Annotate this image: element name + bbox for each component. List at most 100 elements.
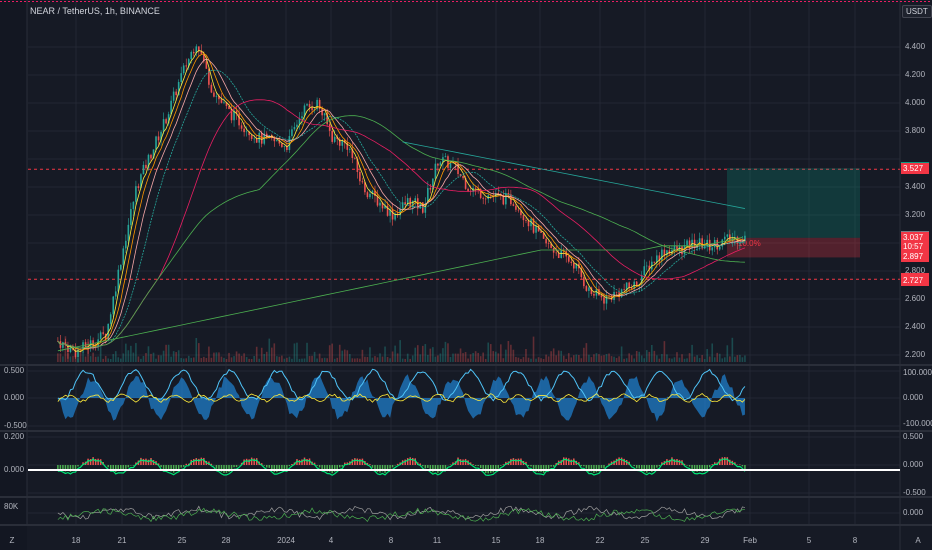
currency-button[interactable]: USDT (902, 5, 932, 18)
candle (439, 162, 442, 166)
volume-bar (354, 358, 356, 362)
candle (281, 143, 283, 147)
pane2-right-label: 0.000 (903, 460, 924, 469)
volume-bar (265, 351, 268, 362)
volume-bar (464, 352, 467, 362)
volume-bar (298, 358, 301, 362)
price-axis-label: 2.600 (905, 294, 926, 303)
volume-bar (545, 354, 547, 362)
volume-bar (361, 349, 364, 362)
candle (331, 130, 333, 142)
candle (99, 332, 102, 340)
volume-bar (276, 356, 278, 362)
candle (198, 46, 200, 51)
volume-bar (651, 344, 653, 362)
pane2-left-label: 0.000 (4, 465, 25, 474)
candle (623, 289, 625, 291)
volume-bar (633, 358, 635, 362)
volume-bar (600, 355, 603, 362)
candle (366, 192, 369, 198)
volume-bar (114, 351, 117, 362)
pane2-right-label: -0.500 (903, 488, 926, 497)
volume-bar (59, 353, 62, 362)
volume-bar (185, 358, 188, 362)
volume-bar (283, 358, 286, 362)
volume-bar (598, 354, 600, 362)
candle (560, 250, 563, 259)
volume-bar (731, 337, 734, 362)
candle (545, 238, 547, 244)
volume-bar (713, 357, 716, 362)
volume-bar (62, 356, 64, 362)
volume-bar (630, 355, 633, 362)
candle (258, 132, 261, 143)
volume-bar (421, 345, 424, 362)
candle (540, 231, 542, 233)
volume-bar (588, 354, 590, 362)
volume-bar (273, 343, 276, 362)
volume-bar (507, 341, 510, 362)
volume-bar (107, 358, 110, 362)
volume-bar (205, 358, 208, 362)
volume-bar (293, 343, 296, 362)
volume-bar (253, 355, 255, 362)
volume-bar (474, 351, 477, 362)
candle (462, 176, 464, 179)
candle (205, 61, 208, 69)
time-axis-label: 18 (71, 536, 81, 545)
candle (522, 215, 525, 221)
volume-bar (693, 356, 696, 362)
volume-bar (87, 339, 89, 362)
candle (308, 104, 311, 108)
volume-bar (374, 356, 376, 362)
candle (328, 124, 331, 131)
volume-bar (301, 358, 303, 362)
volume-bar (744, 355, 746, 362)
candle (137, 186, 140, 188)
volume-bar (401, 358, 404, 362)
volume-bar (416, 345, 419, 362)
candle (615, 291, 618, 293)
candle (127, 224, 130, 241)
ma-line-3 (57, 58, 746, 349)
time-axis-label: Feb (743, 536, 757, 545)
volume-bar (316, 358, 318, 362)
volume-bar (688, 353, 691, 362)
candle (603, 297, 605, 304)
candle (175, 91, 177, 96)
chart-canvas[interactable]: 10.0% (0, 0, 932, 550)
price-axis-label: 2.200 (905, 350, 926, 359)
pane3-left-label: 80K (4, 502, 19, 511)
volume-bar (656, 355, 658, 362)
candle (643, 266, 646, 276)
volume-bar (527, 357, 530, 362)
volume-bar (291, 358, 293, 362)
volume-bar (386, 356, 389, 362)
volume-bar (686, 358, 688, 362)
volume-bar (432, 347, 434, 362)
volume-bar (643, 358, 646, 362)
volume-bar (701, 355, 703, 362)
volume-bar (140, 358, 142, 362)
volume-bar (711, 343, 714, 362)
pane1-left-label: -0.500 (4, 421, 27, 430)
time-axis-label: 4 (328, 536, 334, 545)
volume-bar (414, 347, 417, 362)
volume-bar (112, 354, 115, 362)
price-tag: 3.527 (901, 163, 929, 175)
candle (628, 282, 630, 288)
timezone-button[interactable]: Z (10, 536, 15, 545)
ma-line-fast (57, 50, 745, 353)
candle (598, 289, 600, 296)
volume-bar (240, 355, 243, 362)
volume-bar (550, 351, 552, 362)
candle (718, 246, 721, 250)
price-tag: 2.897 (901, 251, 929, 263)
candle (474, 187, 477, 189)
volume-bar (502, 358, 505, 362)
candle (535, 225, 537, 233)
volume-delta-line-2 (57, 507, 745, 523)
candle (645, 265, 648, 267)
candle (132, 201, 135, 210)
auto-scale-button[interactable]: A (915, 536, 920, 545)
